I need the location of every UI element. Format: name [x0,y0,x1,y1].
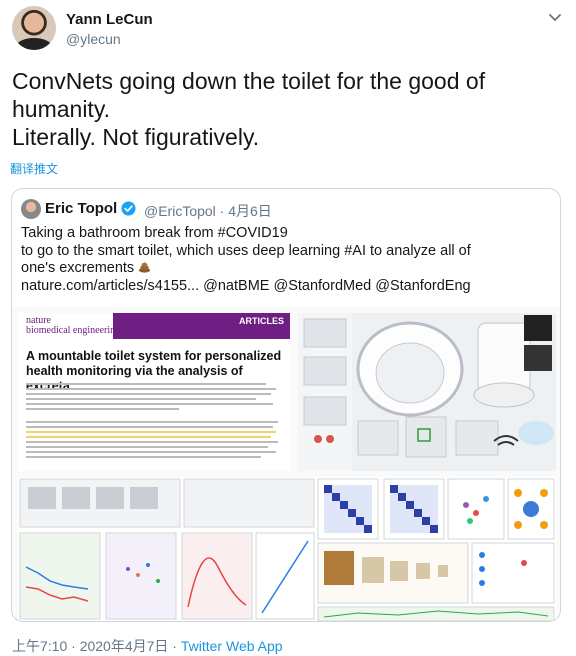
quoted-text-line: one's excrements [21,260,135,276]
translate-tweet-link[interactable]: 翻译推文 [10,160,58,177]
quoted-text-line: nature.com/articles/s4155... @natBME @St… [21,277,471,294]
tweet-text: ConvNets going down the toilet for the g… [12,67,560,151]
journal-name: nature biomedical engineering [26,316,120,336]
paper-abstract: nature biomedical engineering ARTICLES A… [18,313,290,471]
journal-header: nature biomedical engineering ARTICLES [18,313,290,339]
paper-abstract-text [26,421,281,461]
paper-authors-text [26,383,281,413]
toilet-illustration-graphic [298,313,554,471]
quoted-author-avatar [21,199,41,219]
tweet-text-line: humanity. [12,96,111,122]
figure-panels-graphic [19,478,555,621]
quoted-author-name: Eric Topol [45,200,118,217]
articles-label: ARTICLES [239,316,284,326]
author-name[interactable]: Yann LeCun [66,11,153,28]
quoted-tweet-text: Taking a bathroom break from #COVID19 to… [21,225,551,295]
quoted-text-line: Taking a bathroom break from #COVID19 [21,225,288,241]
journal-name-line: biomedical engineering [26,325,121,336]
figure-panels [18,477,556,621]
tweet-text-line: ConvNets going down the toilet for the g… [12,68,486,94]
poop-emoji-icon [139,261,151,273]
author-avatar[interactable] [12,6,56,50]
more-chevron-icon[interactable] [546,8,564,26]
tweet-text-line: Literally. Not figuratively. [12,124,260,150]
quoted-author-handle-date: @EricTopol · 4月6日 [144,203,272,219]
verified-badge-icon [121,201,136,216]
quoted-tweet-card[interactable]: Eric Topol @EricTopol · 4月6日 Taking a ba… [11,188,561,622]
tweet-timestamp: 上午7:10 · 2020年4月7日 · Twitter Web App [12,636,283,656]
quoted-text-line: to go to the smart toilet, which uses de… [21,242,471,259]
tweet-source-link[interactable]: Twitter Web App [181,638,283,654]
paper-figure-image[interactable]: nature biomedical engineering ARTICLES A… [12,307,560,621]
tweet-timestamp-text[interactable]: 上午7:10 · 2020年4月7日 · [12,638,181,654]
author-handle[interactable]: @ylecun [66,31,121,47]
toilet-system-illustration [298,313,556,471]
